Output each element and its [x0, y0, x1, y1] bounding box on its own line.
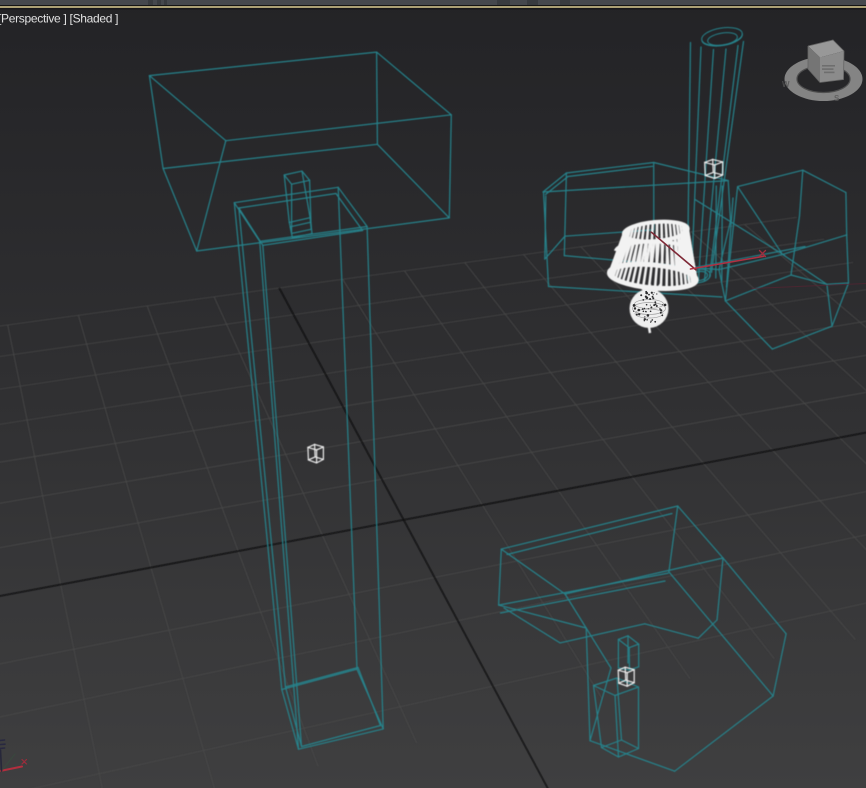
svg-text:S: S — [834, 94, 840, 103]
svg-text:W: W — [782, 80, 790, 89]
svg-text:[Perspective ] [Shaded ]: [Perspective ] [Shaded ] — [0, 12, 118, 26]
